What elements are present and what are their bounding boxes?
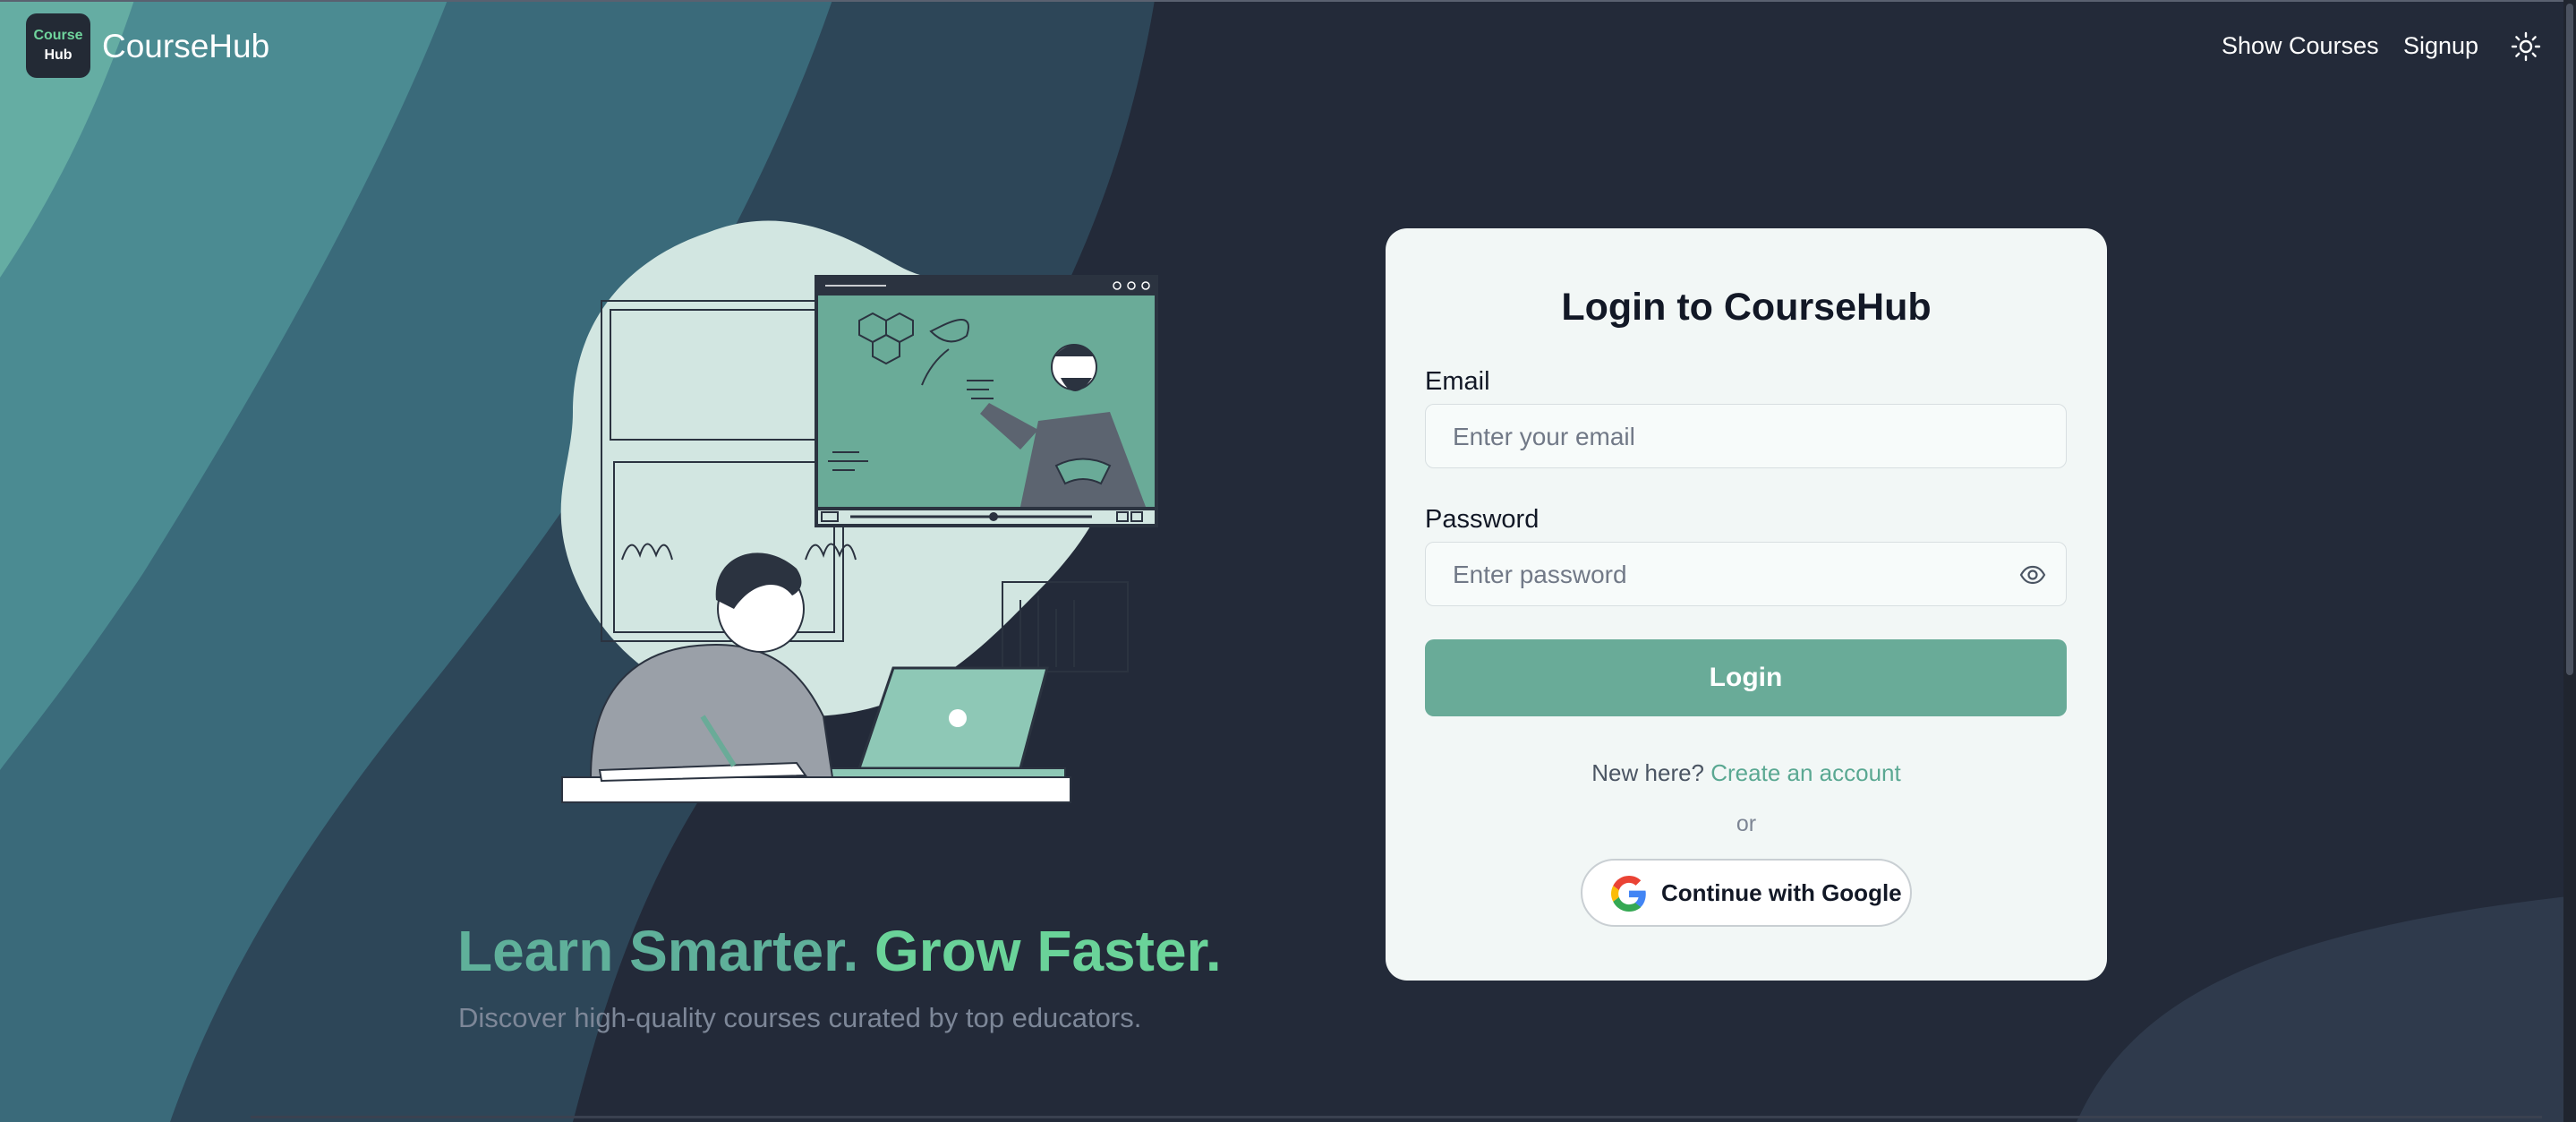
- google-button-label: Continue with Google: [1661, 879, 1902, 906]
- navbar: Course Hub CourseHub Show Courses Signup: [0, 0, 2563, 93]
- hero-title-part1: Learn Smarter.: [457, 919, 859, 983]
- bottom-edge: [251, 1116, 2542, 1118]
- login-card: Login to CourseHub Email Password Login …: [1386, 228, 2107, 981]
- scrollbar[interactable]: [2563, 0, 2576, 1122]
- eye-icon[interactable]: [2018, 561, 2047, 589]
- or-divider: or: [1736, 811, 1757, 836]
- hero-title-part2: Grow Faster.: [874, 919, 1222, 983]
- signup-link[interactable]: Signup: [2403, 28, 2478, 64]
- show-courses-link[interactable]: Show Courses: [2222, 28, 2379, 64]
- hero-subtitle: Discover high-quality courses curated by…: [458, 1002, 1142, 1033]
- continue-with-google-button[interactable]: Continue with Google: [1581, 859, 1912, 927]
- background-waves: [0, 0, 2576, 1122]
- sun-icon[interactable]: [2510, 30, 2542, 63]
- logo-text-hub: Hub: [44, 47, 73, 63]
- email-label: Email: [1425, 367, 1490, 396]
- google-icon: [1611, 876, 1646, 912]
- password-label: Password: [1425, 505, 1540, 534]
- hero-title: Learn Smarter. Grow Faster.: [457, 915, 1222, 987]
- login-button[interactable]: Login: [1425, 639, 2067, 716]
- online-learning-illustration: [560, 220, 1158, 803]
- email-input[interactable]: [1451, 405, 2009, 469]
- logo[interactable]: Course Hub: [26, 13, 90, 78]
- new-here-text: New here?: [1591, 759, 1705, 786]
- password-field-container: [1425, 542, 2067, 607]
- brand-name[interactable]: CourseHub: [102, 25, 269, 68]
- scrollbar-thumb[interactable]: [2566, 4, 2573, 675]
- password-input[interactable]: [1451, 543, 2009, 607]
- logo-text-course: Course: [33, 28, 83, 43]
- email-field-container: [1425, 404, 2067, 469]
- signup-prompt: New here? Create an account: [1386, 757, 2107, 789]
- login-title: Login to CourseHub: [1561, 286, 1932, 329]
- create-account-link[interactable]: Create an account: [1710, 759, 1900, 786]
